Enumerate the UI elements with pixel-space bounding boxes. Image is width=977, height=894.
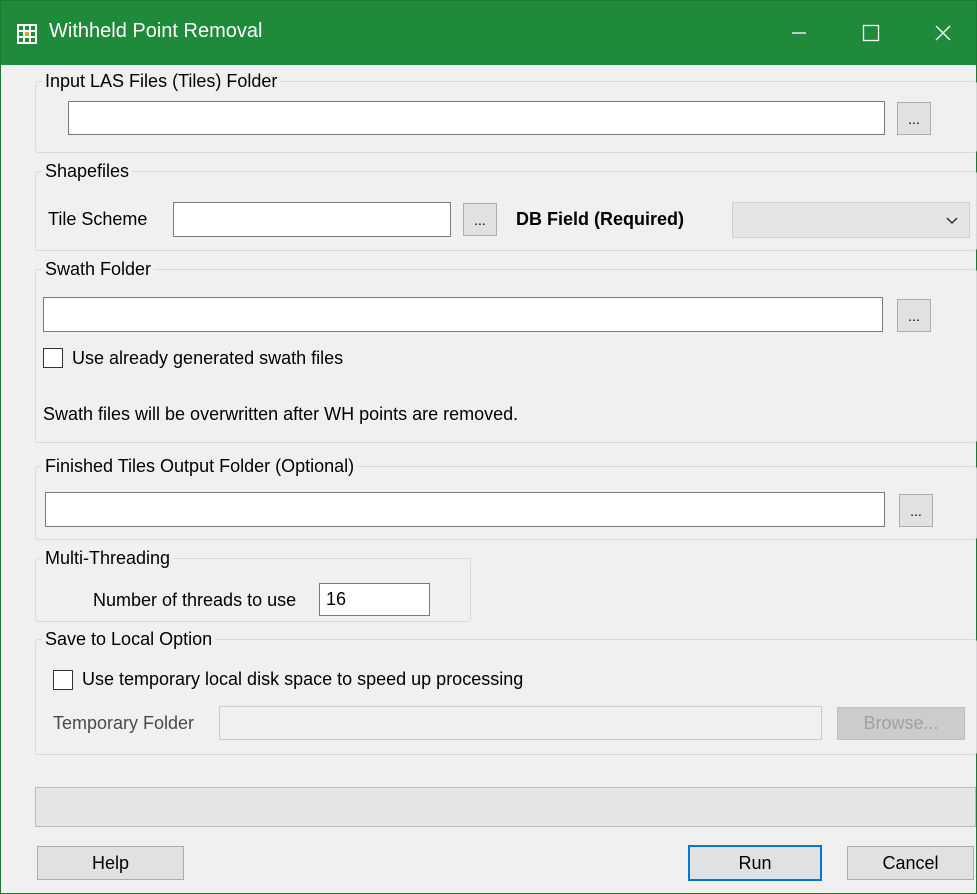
db-field-label: DB Field (Required) xyxy=(516,209,685,229)
save-local-legend: Save to Local Option xyxy=(45,629,213,649)
dialog-window: Withheld Point Removal Input LAS Files (… xyxy=(0,0,977,894)
temporary-folder-field[interactable] xyxy=(219,706,822,740)
maximize-icon xyxy=(862,24,880,42)
finished-tiles-legend: Finished Tiles Output Folder (Optional) xyxy=(45,456,355,476)
use-generated-swath-checkbox[interactable] xyxy=(43,348,63,368)
input-las-legend: Input LAS Files (Tiles) Folder xyxy=(45,71,278,91)
use-generated-swath-label[interactable]: Use already generated swath files xyxy=(72,348,343,369)
swath-folder-field[interactable] xyxy=(43,297,883,332)
db-field-dropdown[interactable] xyxy=(732,202,970,238)
threads-label: Number of threads to use xyxy=(93,590,297,610)
multithreading-legend: Multi-Threading xyxy=(45,548,171,568)
tile-scheme-field[interactable] xyxy=(173,202,451,237)
cancel-button[interactable]: Cancel xyxy=(847,846,974,880)
app-grid-icon xyxy=(16,23,38,45)
tile-scheme-browse-button[interactable]: ... xyxy=(463,203,497,236)
help-button[interactable]: Help xyxy=(37,846,184,880)
use-temp-local-disk-checkbox[interactable] xyxy=(53,670,73,690)
use-temp-local-disk-label[interactable]: Use temporary local disk space to speed … xyxy=(82,669,523,690)
threads-count-field[interactable] xyxy=(319,583,430,616)
close-icon xyxy=(935,25,951,41)
maximize-button[interactable] xyxy=(838,1,904,65)
finished-tiles-folder-field[interactable] xyxy=(45,492,885,527)
chevron-down-icon xyxy=(946,217,958,225)
status-bar xyxy=(35,787,976,827)
finished-tiles-browse-button[interactable]: ... xyxy=(899,494,933,527)
title-bar[interactable]: Withheld Point Removal xyxy=(1,1,976,65)
temporary-folder-label: Temporary Folder xyxy=(53,713,195,733)
swath-overwrite-note: Swath files will be overwritten after WH… xyxy=(43,404,519,424)
close-button[interactable] xyxy=(910,1,976,65)
input-las-folder-field[interactable] xyxy=(68,101,885,135)
window-title: Withheld Point Removal xyxy=(49,20,263,42)
minimize-button[interactable] xyxy=(766,1,832,65)
swath-browse-button[interactable]: ... xyxy=(897,299,931,332)
minimize-icon xyxy=(792,32,806,34)
input-las-browse-button[interactable]: ... xyxy=(897,102,931,135)
run-button[interactable]: Run xyxy=(688,845,822,881)
swath-legend: Swath Folder xyxy=(45,259,152,279)
shapefiles-legend: Shapefiles xyxy=(45,161,130,181)
tile-scheme-label: Tile Scheme xyxy=(48,209,148,229)
temporary-folder-browse-button[interactable]: Browse... xyxy=(837,707,965,740)
